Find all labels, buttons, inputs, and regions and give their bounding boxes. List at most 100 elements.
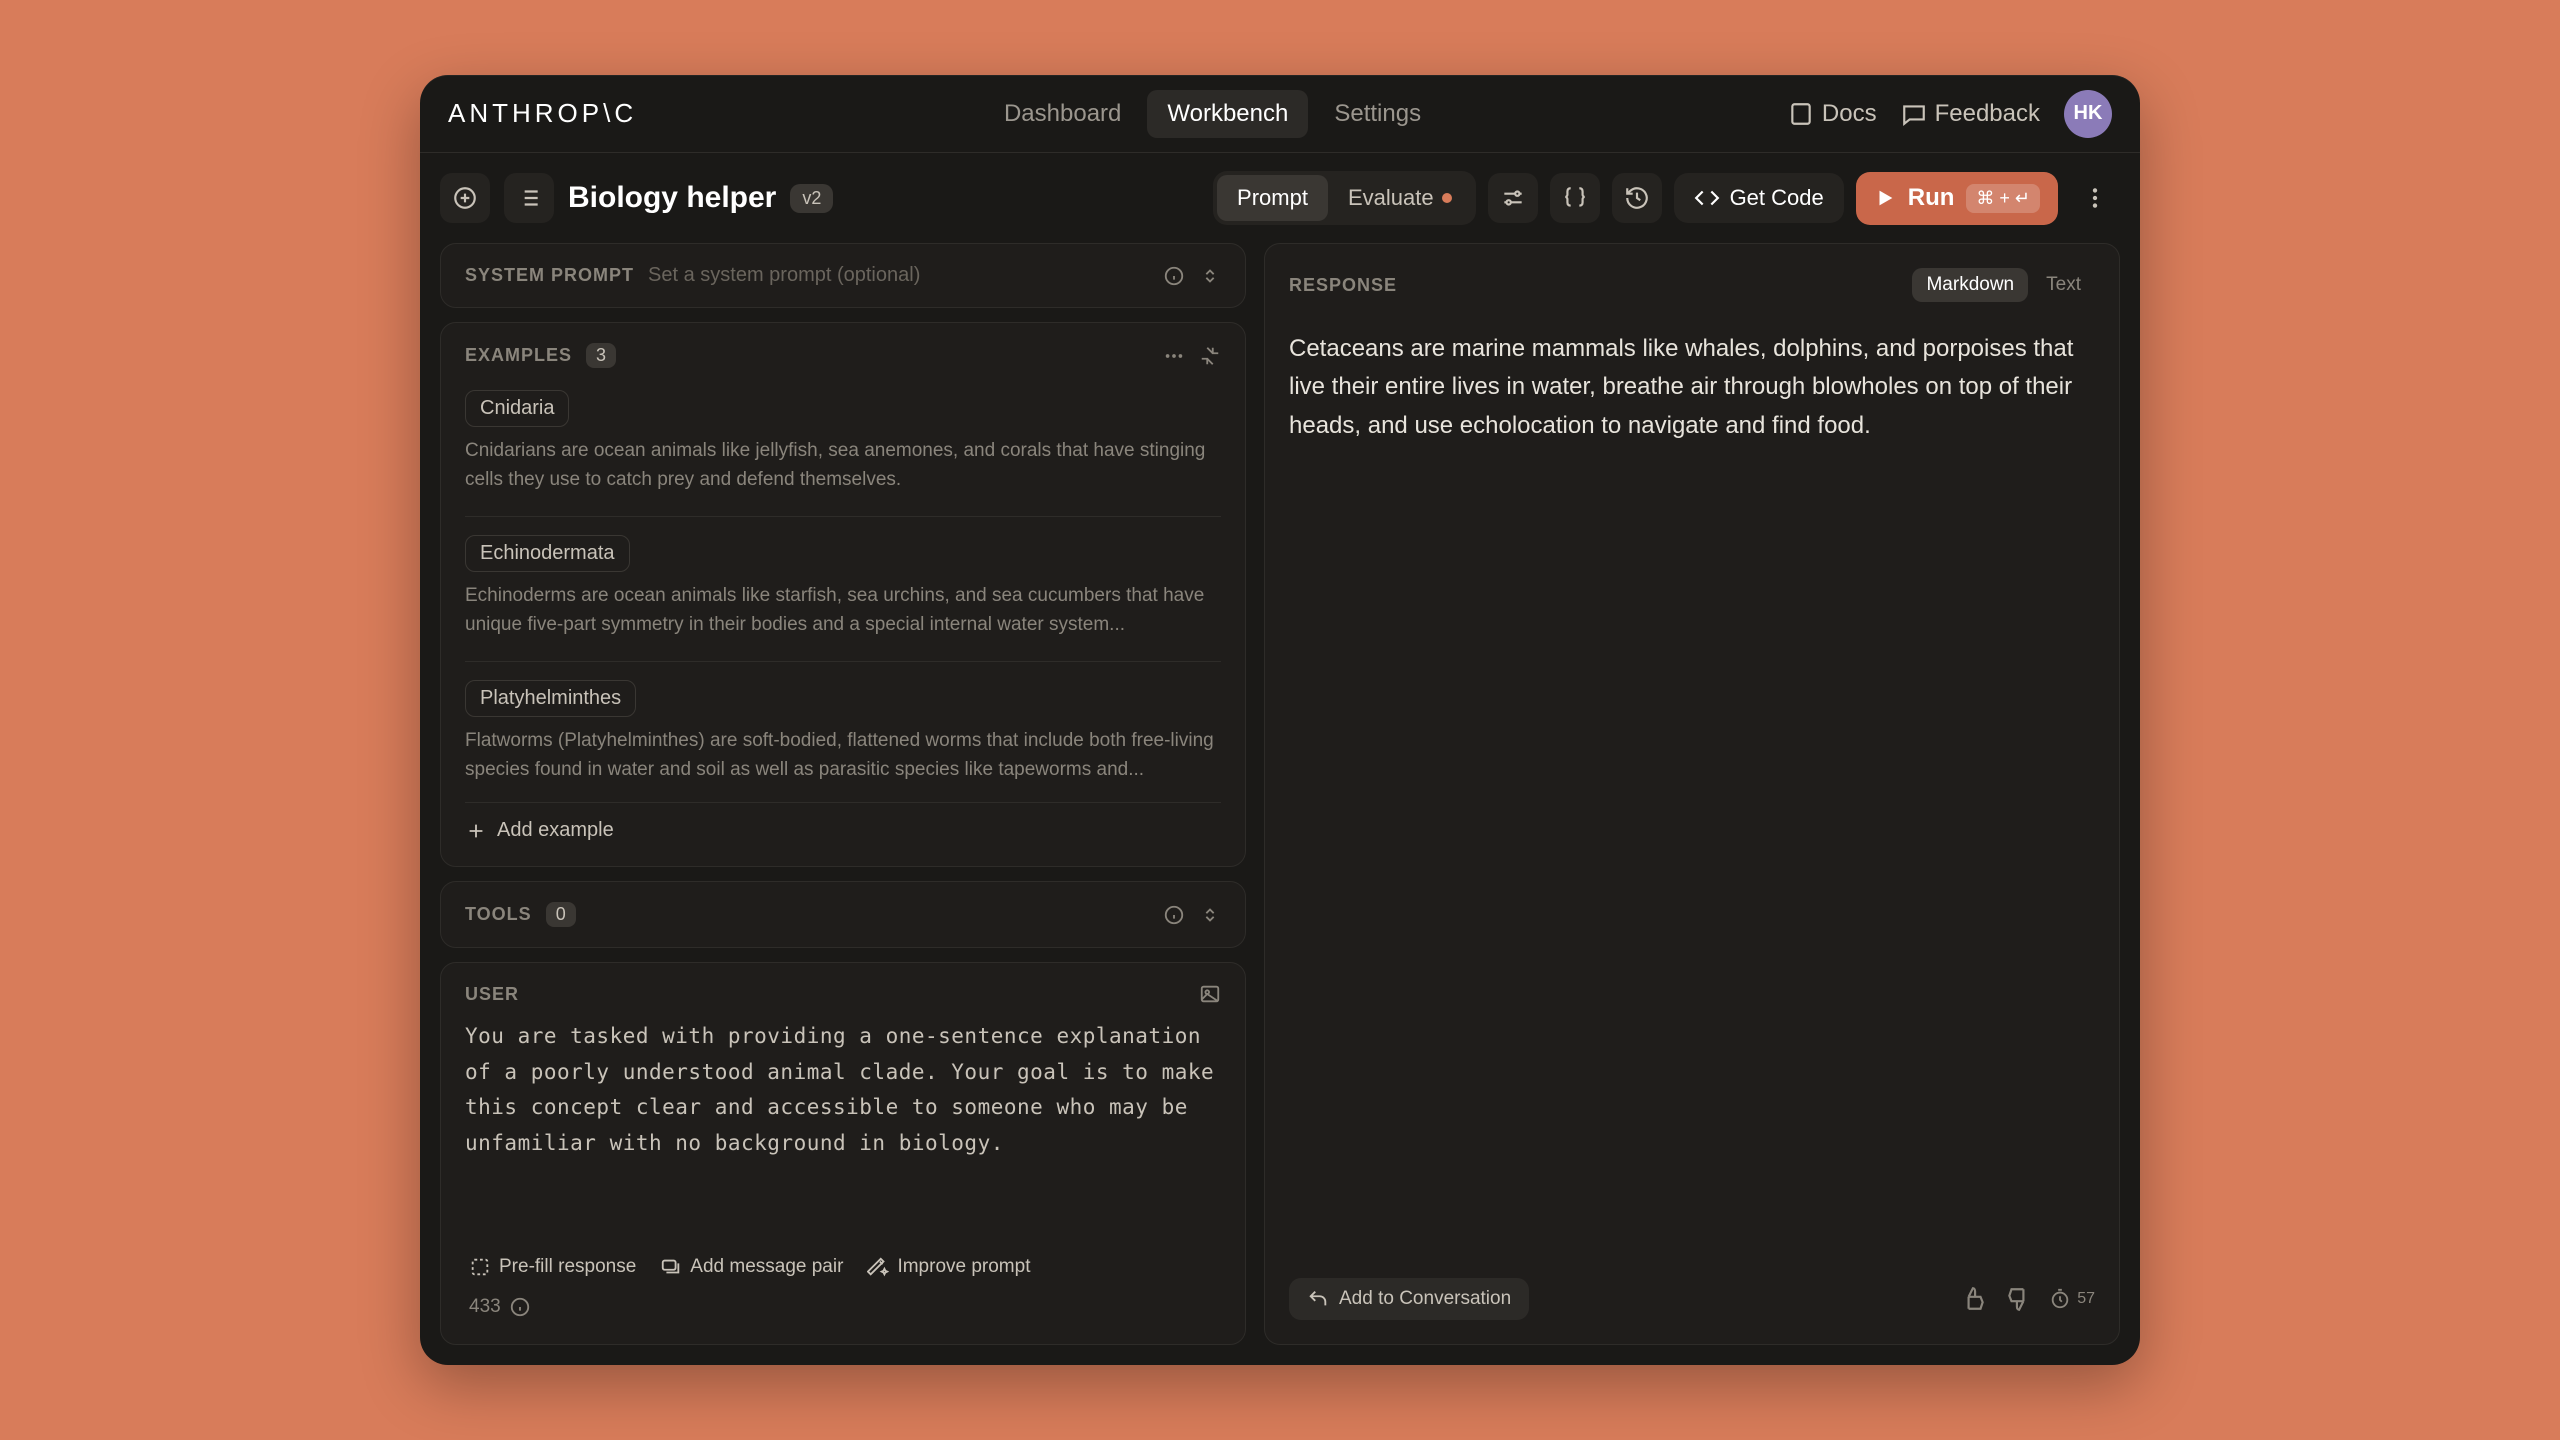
tools-card[interactable]: TOOLS 0 — [440, 881, 1246, 948]
response-footer: Add to Conversation 57 — [1289, 1278, 2095, 1320]
history-button[interactable] — [1612, 173, 1662, 223]
nav-right: Docs Feedback HK — [1788, 90, 2112, 138]
nav-settings[interactable]: Settings — [1314, 90, 1441, 138]
prefill-icon — [469, 1256, 491, 1278]
evaluate-indicator — [1442, 193, 1452, 203]
add-conversation-label: Add to Conversation — [1339, 1288, 1511, 1310]
improve-icon — [867, 1256, 889, 1278]
topbar: ANTHROP\C Dashboard Workbench Settings D… — [420, 75, 2140, 153]
thumbs-down-icon[interactable] — [2005, 1286, 2031, 1312]
bottom-actions: Pre-fill response Add message pair Impro… — [465, 1244, 1221, 1290]
user-text[interactable]: You are tasked with providing a one-sent… — [465, 1019, 1221, 1162]
code-icon — [1694, 185, 1720, 211]
run-label: Run — [1908, 184, 1955, 212]
markdown-view[interactable]: Markdown — [1912, 268, 2028, 302]
more-icon — [2082, 185, 2108, 211]
example-desc: Flatworms (Platyhelminthes) are soft-bod… — [465, 727, 1221, 784]
add-example-button[interactable]: Add example — [465, 802, 1221, 846]
play-icon — [1874, 187, 1896, 209]
left-panel: SYSTEM PROMPT Set a system prompt (optio… — [440, 243, 1246, 1345]
docs-label: Docs — [1822, 100, 1877, 128]
list-icon — [516, 185, 542, 211]
system-prompt-placeholder: Set a system prompt (optional) — [648, 264, 920, 287]
thumbs-up-icon[interactable] — [1961, 1286, 1987, 1312]
braces-button[interactable] — [1550, 173, 1600, 223]
example-tag: Echinodermata — [465, 535, 630, 572]
evaluate-tab[interactable]: Evaluate — [1328, 175, 1472, 221]
token-count: 433 — [465, 1290, 1221, 1324]
nav-dashboard[interactable]: Dashboard — [984, 90, 1141, 138]
reply-icon — [1307, 1288, 1329, 1310]
sliders-button[interactable] — [1488, 173, 1538, 223]
feedback-icon — [1901, 101, 1927, 127]
response-panel: RESPONSE Markdown Text Cetaceans are mar… — [1264, 243, 2120, 1345]
docs-link[interactable]: Docs — [1788, 100, 1877, 128]
docs-icon — [1788, 101, 1814, 127]
toolbar: Biology helper v2 Prompt Evaluate — [420, 153, 2140, 243]
app-window: ANTHROP\C Dashboard Workbench Settings D… — [420, 75, 2140, 1365]
addpair-button[interactable]: Add message pair — [660, 1256, 843, 1278]
title-area: Biology helper v2 — [568, 181, 833, 215]
system-prompt-label: SYSTEM PROMPT — [465, 265, 634, 286]
avatar[interactable]: HK — [2064, 90, 2112, 138]
more-horizontal-icon[interactable] — [1163, 345, 1185, 367]
addpair-icon — [660, 1256, 682, 1278]
getcode-button[interactable]: Get Code — [1674, 173, 1844, 223]
latency: 57 — [2049, 1288, 2095, 1310]
feedback-link[interactable]: Feedback — [1901, 100, 2040, 128]
sliders-icon — [1500, 185, 1526, 211]
expand-icon[interactable] — [1199, 904, 1221, 926]
add-conversation-button[interactable]: Add to Conversation — [1289, 1278, 1529, 1320]
response-label: RESPONSE — [1289, 275, 1397, 296]
collapse-icon[interactable] — [1199, 345, 1221, 367]
examples-label: EXAMPLES — [465, 345, 572, 366]
info-icon[interactable] — [1163, 904, 1185, 926]
nav-workbench[interactable]: Workbench — [1147, 90, 1308, 138]
history-icon — [1624, 185, 1650, 211]
system-prompt-card[interactable]: SYSTEM PROMPT Set a system prompt (optio… — [440, 243, 1246, 308]
toolbar-right: Prompt Evaluate Get Code Run — [1213, 171, 2120, 225]
version-badge[interactable]: v2 — [790, 184, 833, 213]
example-item[interactable]: Cnidaria Cnidarians are ocean animals li… — [465, 382, 1221, 512]
example-item[interactable]: Echinodermata Echinoderms are ocean anim… — [465, 516, 1221, 657]
examples-card: EXAMPLES 3 Cnidaria Cnidarians are ocean… — [440, 322, 1246, 867]
info-icon[interactable] — [509, 1296, 531, 1318]
info-icon[interactable] — [1163, 265, 1185, 287]
image-icon[interactable] — [1199, 983, 1221, 1005]
user-card: USER You are tasked with providing a one… — [440, 962, 1246, 1345]
prefill-button[interactable]: Pre-fill response — [469, 1256, 636, 1278]
response-header: RESPONSE Markdown Text — [1289, 268, 2095, 302]
more-button[interactable] — [2070, 173, 2120, 223]
getcode-label: Get Code — [1730, 185, 1824, 211]
tools-label: TOOLS — [465, 904, 532, 925]
expand-icon[interactable] — [1199, 265, 1221, 287]
evaluate-label: Evaluate — [1348, 185, 1434, 211]
prompt-tab[interactable]: Prompt — [1217, 175, 1328, 221]
improve-button[interactable]: Improve prompt — [867, 1256, 1030, 1278]
timer-icon — [2049, 1288, 2071, 1310]
token-value: 433 — [469, 1296, 501, 1318]
text-view[interactable]: Text — [2032, 268, 2095, 302]
example-tag: Cnidaria — [465, 390, 569, 427]
user-label: USER — [465, 984, 519, 1005]
plus-icon — [452, 185, 478, 211]
content: SYSTEM PROMPT Set a system prompt (optio… — [420, 243, 2140, 1365]
example-desc: Cnidarians are ocean animals like jellyf… — [465, 437, 1221, 494]
feedback-label: Feedback — [1935, 100, 2040, 128]
tools-count: 0 — [546, 902, 576, 927]
view-toggle: Markdown Text — [1912, 268, 2095, 302]
prefill-label: Pre-fill response — [499, 1256, 636, 1278]
braces-icon — [1562, 185, 1588, 211]
page-title[interactable]: Biology helper — [568, 181, 776, 215]
run-shortcut: ⌘ + ↵ — [1966, 184, 2040, 213]
new-button[interactable] — [440, 173, 490, 223]
latency-value: 57 — [2077, 1290, 2095, 1308]
example-item[interactable]: Platyhelminthes Flatworms (Platyhelminth… — [465, 661, 1221, 802]
add-example-label: Add example — [497, 819, 614, 842]
example-tag: Platyhelminthes — [465, 680, 636, 717]
mode-toggle: Prompt Evaluate — [1213, 171, 1476, 225]
logo: ANTHROP\C — [448, 98, 637, 129]
list-button[interactable] — [504, 173, 554, 223]
run-button[interactable]: Run ⌘ + ↵ — [1856, 172, 2058, 225]
example-desc: Echinoderms are ocean animals like starf… — [465, 582, 1221, 639]
